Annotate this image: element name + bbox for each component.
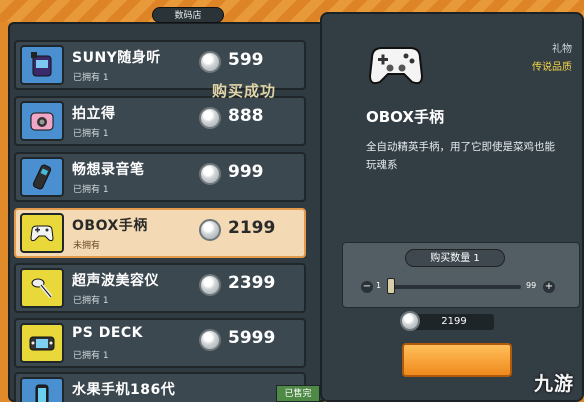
plus-icon[interactable]: + bbox=[543, 281, 555, 293]
total-price: 2199 bbox=[414, 314, 494, 330]
coin-icon bbox=[199, 329, 221, 351]
shop-item-row[interactable]: 超声波美容仪 已拥有 1 2399 bbox=[14, 263, 306, 313]
quantity-slider-track[interactable] bbox=[389, 285, 521, 289]
instant-camera-icon bbox=[20, 101, 64, 141]
shop-item-row[interactable]: PS DECK 已拥有 1 5999 bbox=[14, 318, 306, 368]
store-title: 数码店 bbox=[152, 7, 224, 23]
coin-icon bbox=[199, 274, 221, 296]
owned-count: 已拥有 1 bbox=[73, 185, 109, 195]
gamepad-icon bbox=[20, 213, 64, 253]
item-price: 599 bbox=[228, 50, 264, 70]
quantity-min: 1 bbox=[376, 281, 382, 290]
shop-item-row[interactable]: 水果手机186代 bbox=[14, 372, 306, 402]
item-price: 999 bbox=[228, 162, 264, 182]
owned-count: 已拥有 1 bbox=[73, 73, 109, 83]
buy-button[interactable] bbox=[402, 343, 512, 377]
item-price: 888 bbox=[228, 106, 264, 126]
owned-count: 已拥有 1 bbox=[73, 129, 109, 139]
sold-out-tag: 已售完 bbox=[276, 385, 320, 402]
shop-item-row-selected[interactable]: OBOX手柄 未拥有 2199 bbox=[14, 208, 306, 258]
item-name: 超声波美容仪 bbox=[72, 273, 159, 289]
detail-title: OBOX手柄 bbox=[366, 108, 444, 126]
handheld-console-icon bbox=[20, 323, 64, 363]
item-category: 礼物 bbox=[552, 44, 572, 55]
item-name: 畅想录音笔 bbox=[72, 162, 145, 178]
item-price: 5999 bbox=[228, 328, 276, 348]
purchase-success-toast: 购买成功 bbox=[212, 82, 277, 100]
quantity-selector: 购买数量 1 − 1 99 + bbox=[342, 242, 580, 308]
walkman-icon bbox=[20, 45, 64, 85]
quantity-max: 99 bbox=[526, 281, 537, 290]
item-name: PS DECK bbox=[72, 325, 144, 341]
shop-item-row[interactable]: 畅想录音笔 已拥有 1 999 bbox=[14, 152, 306, 202]
coin-icon bbox=[199, 107, 221, 129]
owned-count: 已拥有 1 bbox=[73, 351, 109, 361]
coin-icon bbox=[199, 51, 221, 73]
minus-icon[interactable]: − bbox=[361, 281, 373, 293]
owned-count: 未拥有 bbox=[73, 241, 101, 251]
coin-icon bbox=[199, 163, 221, 185]
item-name: SUNY随身听 bbox=[72, 50, 161, 66]
voice-recorder-icon bbox=[20, 157, 64, 197]
quantity-slider-handle[interactable] bbox=[387, 278, 395, 294]
quantity-label: 购买数量 1 bbox=[405, 249, 505, 267]
item-name: 水果手机186代 bbox=[72, 382, 176, 398]
phone-icon bbox=[20, 377, 64, 402]
item-rarity: 传说品质 bbox=[532, 62, 572, 73]
detail-description: 全自动精英手柄，用了它即使是菜鸡也能玩魂系 bbox=[366, 141, 555, 171]
shop-item-row[interactable]: 拍立得 已拥有 1 888 bbox=[14, 96, 306, 146]
beauty-device-icon bbox=[20, 268, 64, 308]
item-price: 2199 bbox=[228, 218, 276, 238]
item-detail-panel: 礼物 传说品质 OBOX手柄 全自动精英手柄，用了它即使是菜鸡也能玩魂系 购买数… bbox=[320, 12, 584, 402]
gamepad-icon bbox=[364, 36, 428, 92]
watermark-logo: 九游 bbox=[533, 373, 574, 395]
owned-count: 已拥有 1 bbox=[73, 296, 109, 306]
item-price: 2399 bbox=[228, 273, 276, 293]
item-name: 拍立得 bbox=[72, 106, 116, 122]
coin-icon bbox=[400, 311, 420, 331]
coin-icon bbox=[199, 219, 221, 241]
item-name: OBOX手柄 bbox=[72, 218, 148, 234]
